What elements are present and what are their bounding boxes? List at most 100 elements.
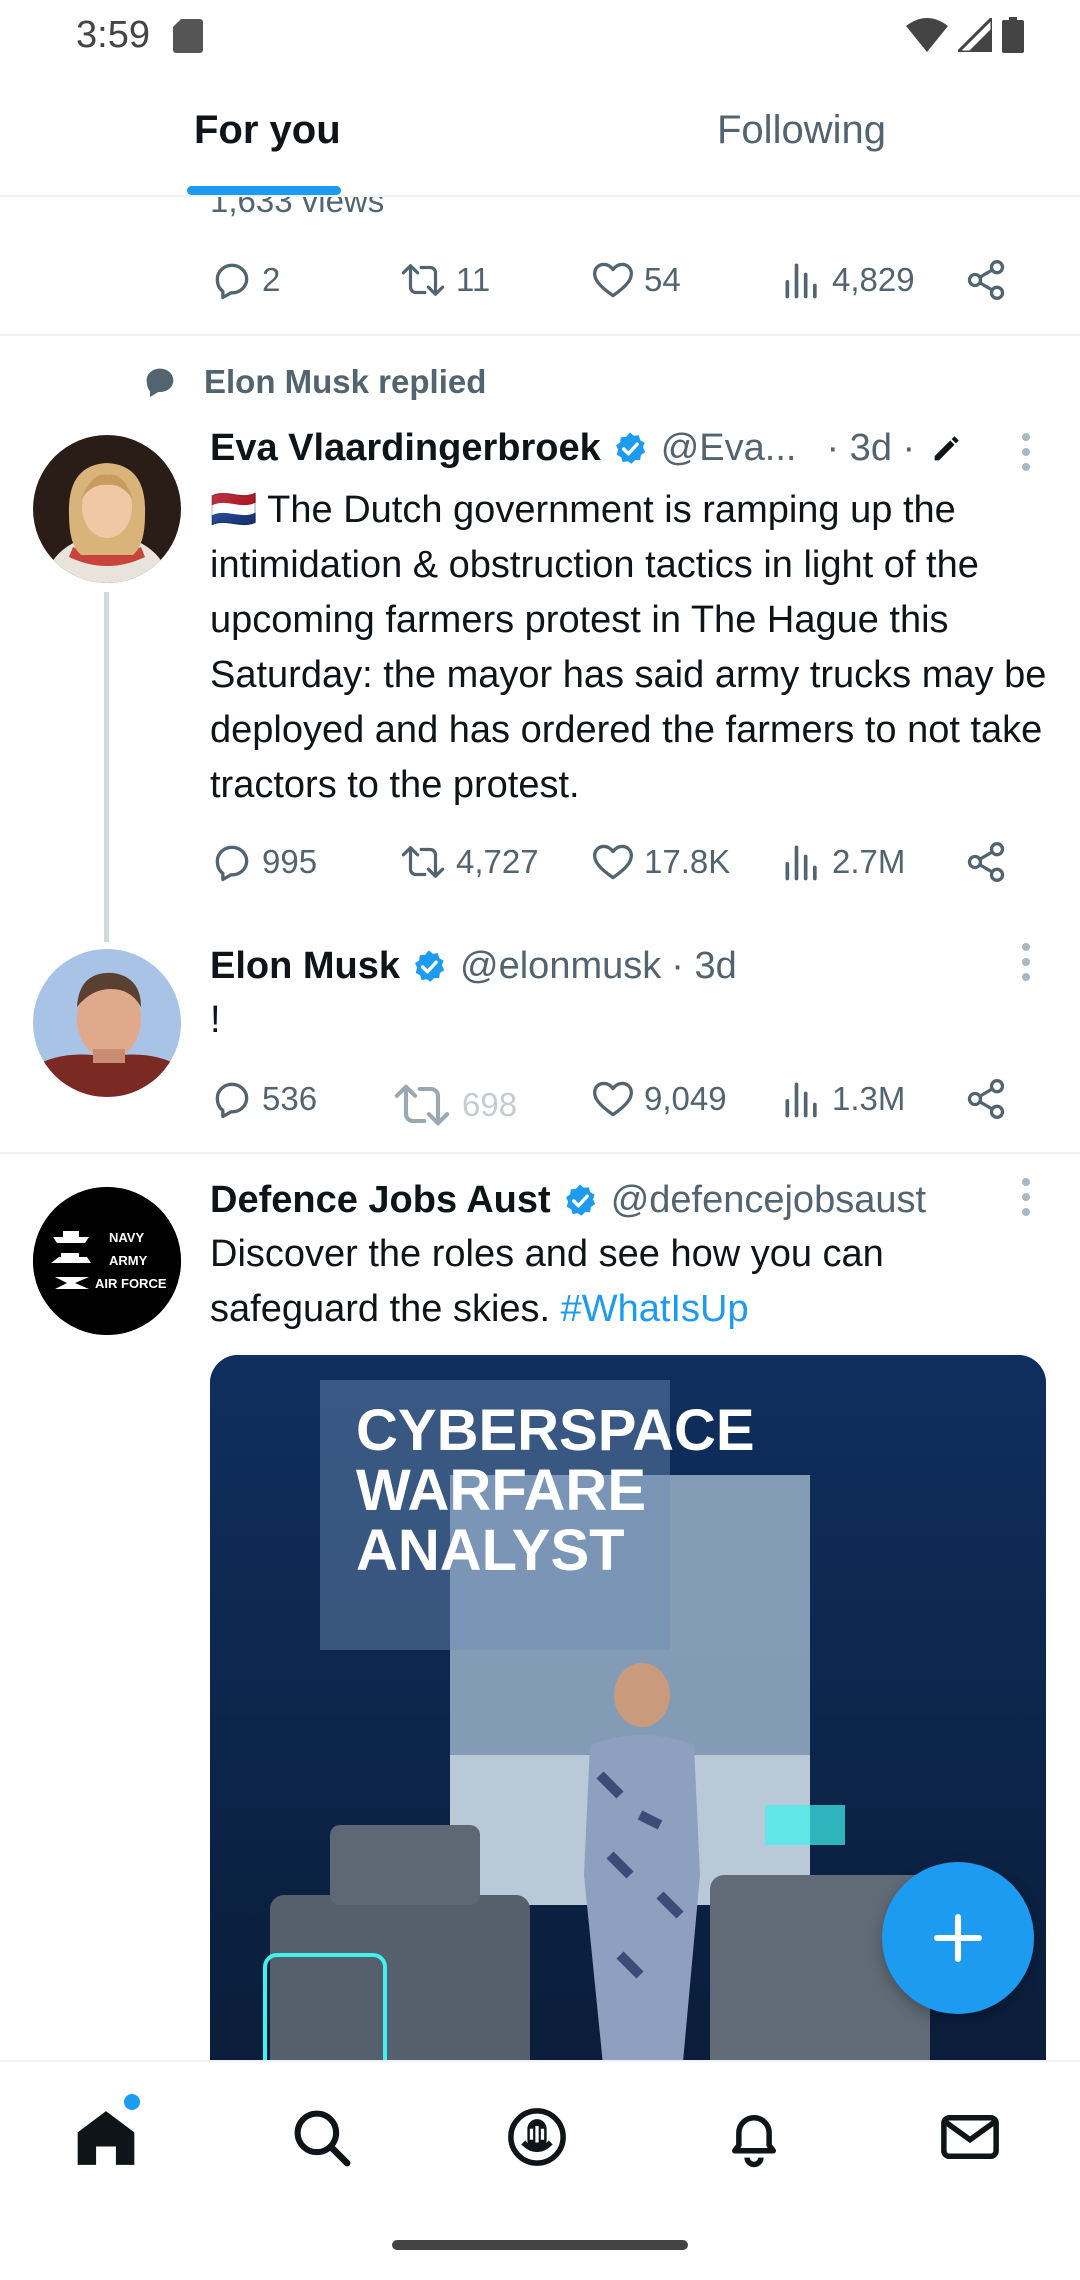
share-button[interactable] [964,840,1008,884]
views-button[interactable]: 4,829 [780,258,915,302]
tweet-header: Elon Musk @elonmusk · 3d [210,945,737,988]
reply-button[interactable]: 536 [210,1077,317,1121]
retweet-button[interactable]: 11 [398,258,490,302]
compose-button[interactable] [882,1862,1034,2014]
avatar-image [33,949,181,1097]
reply-bubble-icon [146,368,174,397]
defence-logo-icon: NAVY ARMY AIR FORCE [33,1187,181,1335]
share-button[interactable] [964,258,1008,302]
reply-count: 536 [262,1080,318,1117]
retweet-button[interactable]: 4,727 [398,840,539,884]
verified-badge-icon [565,1183,595,1216]
view-count: 1.3M [832,1080,906,1117]
gesture-home-indicator [392,2240,688,2250]
author-handle[interactable]: @elonmusk [460,945,661,988]
like-icon [593,844,633,880]
reply-icon [215,845,249,882]
avatar-eva[interactable] [33,435,181,583]
tweet-body: Discover the roles and see how you can s… [210,1233,884,1330]
hashtag-link[interactable]: #WhatIsUp [561,1288,749,1330]
tab-for-you[interactable]: For you [194,108,341,153]
views-icon [785,263,817,299]
view-count: 4,829 [832,261,915,298]
messages-icon [941,2115,999,2159]
home-icon [77,2111,135,2165]
nav-home[interactable] [72,2104,140,2177]
timeline-feed[interactable]: 1,633 views 2 11 54 4,829 Elon Musk repl… [0,197,1080,2060]
retweet-icon [394,1084,450,1126]
search-icon [294,2110,351,2167]
reply-icon [215,263,249,300]
more-options-icon[interactable] [1020,1177,1032,1217]
tab-following[interactable]: Following [717,108,886,153]
author-name[interactable]: Defence Jobs Aust [210,1179,551,1222]
like-button[interactable]: 54 [590,258,681,302]
status-indicators [906,17,1024,53]
view-count: 2.7M [832,843,906,880]
views-button[interactable]: 2.7M [780,840,905,884]
views-count-text: 1,633 views [210,197,385,219]
tweet-header: Defence Jobs Aust @defencejobsaust [210,1179,926,1222]
sd-card-icon [173,19,203,53]
reply-count: 995 [262,843,318,880]
media-title-line1: CYBERSPACE [356,1398,755,1463]
nav-search[interactable] [288,2104,354,2175]
author-handle[interactable]: @Eva... [661,427,797,470]
active-tab-indicator [187,186,341,195]
reply-button[interactable]: 2 [210,258,280,302]
share-button[interactable] [964,1077,1008,1121]
nav-messages[interactable] [937,2104,1003,2175]
like-button[interactable]: 9,049 [590,1077,727,1121]
views-button[interactable]: 1.3M [780,1077,905,1121]
like-count: 17.8K [644,843,731,880]
like-count: 54 [644,261,681,298]
logo-text-airforce: AIR FORCE [95,1276,167,1291]
more-options-icon[interactable] [1020,432,1032,472]
battery-icon [1002,17,1024,53]
cell-signal-icon [958,18,992,52]
bottom-navigation [0,2060,1080,2280]
reply-count: 2 [262,261,281,298]
verified-badge-icon [415,949,445,982]
tweet-text: Discover the roles and see how you can s… [210,1227,1050,1337]
tweet-actions: 2 11 54 4,829 [210,258,1010,318]
edited-pencil-icon[interactable] [929,432,963,466]
tweet-actions: 995 4,727 17.8K 2.7M [210,840,1010,900]
compose-plus-icon [933,1913,983,1963]
avatar-defence-jobs[interactable]: NAVY ARMY AIR FORCE [33,1187,181,1335]
author-handle[interactable]: @defencejobsaust [611,1179,926,1222]
media-title-line3: ANALYST [356,1518,625,1583]
like-count: 9,049 [644,1080,727,1117]
reply-button[interactable]: 995 [210,840,317,884]
author-name[interactable]: Elon Musk [210,945,400,988]
retweet-button[interactable]: 698 [390,1077,517,1133]
more-options-icon[interactable] [1020,942,1032,982]
tweet-actions: 536 698 9,049 1.3M [210,1077,1010,1137]
retweet-icon [401,846,445,878]
status-time: 3:59 [76,14,150,56]
avatar-elon[interactable] [33,949,181,1097]
nav-spaces[interactable] [504,2104,570,2175]
tweet-divider [0,334,1080,336]
new-posts-dot [124,2094,140,2110]
status-bar: 3:59 [0,0,1080,70]
nav-notifications[interactable] [721,2104,787,2175]
retweet-icon [401,264,445,296]
wifi-icon [906,18,948,52]
logo-text-army: ARMY [109,1253,148,1268]
share-icon [967,260,1005,300]
retweet-count: 11 [456,261,491,298]
media-title-line2: WARFARE [356,1458,646,1523]
tweet-divider [0,1152,1080,1154]
avatar-image [33,435,181,583]
reply-icon [215,1082,249,1119]
like-icon [593,262,633,298]
tweet-text: ! [210,999,221,1041]
notifications-icon [732,2115,776,2168]
share-icon [967,842,1005,882]
like-button[interactable]: 17.8K [590,840,730,884]
tweet-text: 🇳🇱 The Dutch government is ramping up th… [210,489,1047,806]
author-name[interactable]: Eva Vlaardingerbroek [210,427,601,470]
retweet-count: 698 [462,1086,518,1123]
tweet-time: · 3d · [826,427,916,469]
